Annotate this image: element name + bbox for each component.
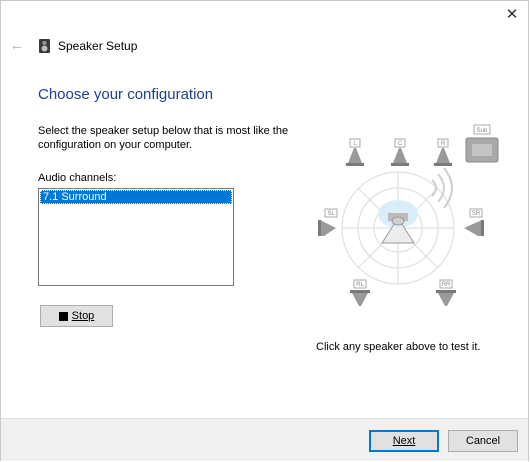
speaker-front-right[interactable]: R xyxy=(434,138,452,166)
speaker-label-sub: Sub xyxy=(477,128,488,134)
next-button-label: Next xyxy=(392,435,416,447)
speaker-diagram: L C R Sub SL SR RL RR xyxy=(318,124,499,306)
speaker-label-sr: SR xyxy=(472,211,481,217)
stop-icon xyxy=(58,311,68,321)
speaker-rear-left[interactable]: RL xyxy=(350,279,370,306)
close-icon[interactable]: ✕ xyxy=(500,4,524,24)
page-heading: Choose your configuration xyxy=(38,86,214,103)
speaker-label-sl: SL xyxy=(327,211,335,217)
stop-button[interactable]: Stop xyxy=(40,305,113,327)
next-button[interactable]: Next xyxy=(369,430,439,452)
page-description: Select the speaker setup below that is m… xyxy=(38,125,289,151)
speaker-icon xyxy=(39,39,50,53)
speaker-front-left[interactable]: L xyxy=(346,138,364,166)
test-hint: Click any speaker above to test it. xyxy=(316,341,481,353)
speaker-label-r: R xyxy=(441,141,446,147)
speaker-rear-right[interactable]: RR xyxy=(436,279,456,306)
cancel-button[interactable]: Cancel xyxy=(448,430,518,452)
back-arrow-icon[interactable]: ← xyxy=(8,36,26,54)
cancel-button-label: Cancel xyxy=(465,435,501,447)
speaker-side-left[interactable]: SL xyxy=(318,208,338,236)
stop-button-label: Stop xyxy=(71,310,95,322)
speaker-label-rl: RL xyxy=(356,282,364,288)
speaker-side-right[interactable]: SR xyxy=(464,208,484,236)
audio-channels-label: Audio channels: xyxy=(38,172,117,184)
speaker-subwoofer[interactable]: Sub xyxy=(465,124,499,163)
speaker-center[interactable]: C xyxy=(391,138,409,166)
window-title: Speaker Setup xyxy=(58,39,138,53)
audio-channels-listbox[interactable]: 7.1 Surround xyxy=(38,188,234,286)
speaker-label-rr: RR xyxy=(442,282,451,288)
list-item[interactable]: 7.1 Surround xyxy=(40,190,232,204)
speaker-label-c: C xyxy=(398,141,403,147)
